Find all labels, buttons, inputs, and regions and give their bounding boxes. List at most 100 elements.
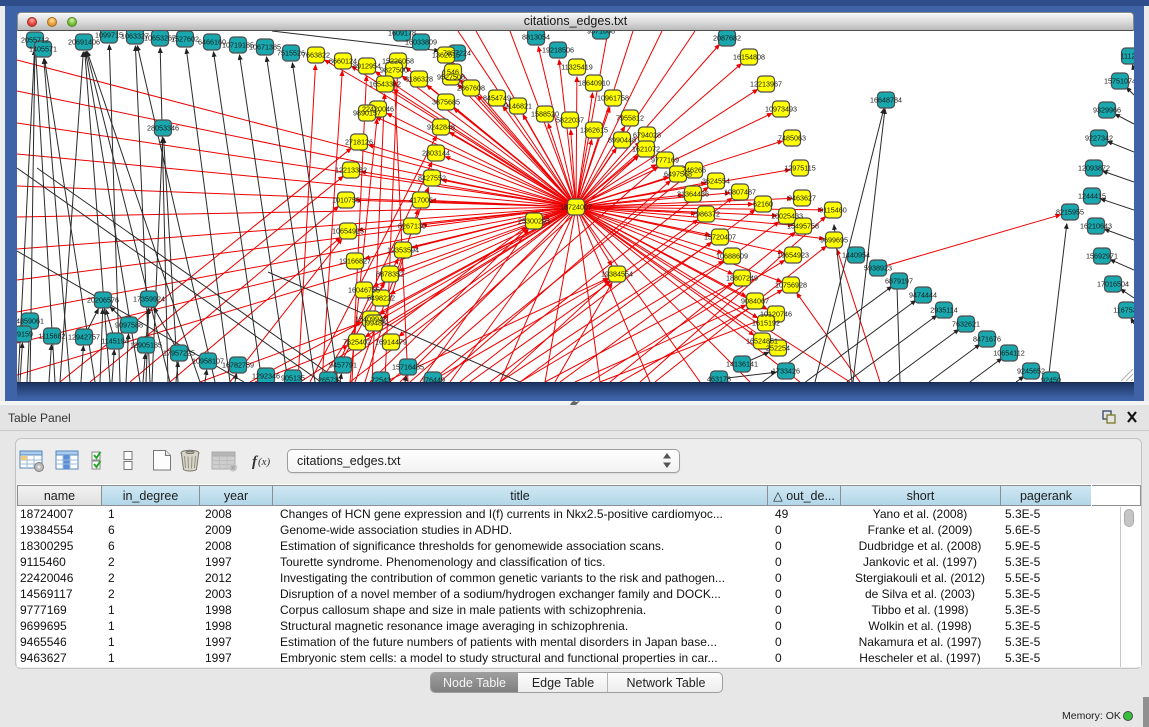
svg-text:252254: 252254 bbox=[766, 344, 790, 353]
svg-text:12975115: 12975115 bbox=[784, 164, 815, 173]
svg-text:1362615: 1362615 bbox=[580, 126, 608, 135]
svg-text:15226058: 15226058 bbox=[382, 57, 414, 66]
svg-text:8186328: 8186328 bbox=[405, 75, 433, 84]
svg-text:176449: 176449 bbox=[421, 376, 445, 383]
svg-text:16648784: 16648784 bbox=[870, 96, 902, 105]
svg-text:9948: 9948 bbox=[366, 319, 382, 328]
svg-text:12213382: 12213382 bbox=[335, 166, 367, 175]
svg-text:10973493: 10973493 bbox=[765, 105, 797, 114]
svg-text:2867608: 2867608 bbox=[457, 84, 485, 93]
svg-text:8215955: 8215955 bbox=[1056, 208, 1084, 217]
svg-text:9699695: 9699695 bbox=[820, 236, 848, 245]
svg-text:21364436: 21364436 bbox=[677, 190, 709, 199]
svg-text:8912954: 8912954 bbox=[353, 62, 381, 71]
svg-text:1167533: 1167533 bbox=[1113, 306, 1134, 315]
svg-text:16033809: 16033809 bbox=[405, 38, 437, 47]
svg-text:2055712: 2055712 bbox=[21, 36, 49, 45]
svg-text:14136141: 14136141 bbox=[726, 360, 758, 369]
svg-text:1115682: 1115682 bbox=[39, 332, 66, 341]
svg-text:12213967: 12213967 bbox=[750, 80, 782, 89]
svg-text:1292346: 1292346 bbox=[252, 372, 280, 381]
svg-text:15716485: 15716485 bbox=[392, 363, 424, 372]
svg-text:9777169: 9777169 bbox=[651, 156, 679, 165]
svg-text:1527602: 1527602 bbox=[171, 35, 199, 44]
svg-text:9245652: 9245652 bbox=[1017, 367, 1045, 376]
svg-text:6794028: 6794028 bbox=[633, 131, 661, 140]
svg-text:12905185: 12905185 bbox=[130, 341, 162, 350]
svg-text:28053346: 28053346 bbox=[147, 124, 179, 133]
svg-text:8878352: 8878352 bbox=[376, 270, 404, 279]
svg-text:8427552: 8427552 bbox=[418, 174, 446, 183]
svg-text:10958107: 10958107 bbox=[192, 357, 224, 366]
svg-text:1362615: 1362615 bbox=[432, 51, 460, 60]
svg-text:10120746: 10120746 bbox=[760, 310, 792, 319]
svg-text:9115460: 9115460 bbox=[819, 206, 846, 215]
svg-text:12942757: 12942757 bbox=[68, 333, 100, 342]
svg-text:9827500: 9827500 bbox=[380, 66, 408, 75]
svg-text:8471676: 8471676 bbox=[973, 335, 1001, 344]
svg-text:9084067: 9084067 bbox=[741, 297, 769, 306]
svg-text:15495758: 15495758 bbox=[787, 222, 819, 231]
svg-text:9242848: 9242848 bbox=[427, 123, 455, 132]
svg-text:7986372: 7986372 bbox=[692, 210, 720, 219]
svg-text:1244415: 1244415 bbox=[1078, 192, 1106, 201]
svg-text:1405571: 1405571 bbox=[29, 45, 57, 54]
svg-text:19654923: 19654923 bbox=[777, 251, 809, 260]
svg-text:1621072: 1621072 bbox=[632, 145, 660, 154]
svg-text:7663822: 7663822 bbox=[302, 51, 330, 60]
svg-text:62160: 62160 bbox=[753, 200, 773, 209]
svg-text:3624554: 3624554 bbox=[702, 177, 730, 186]
svg-text:18724007: 18724007 bbox=[560, 203, 592, 212]
svg-text:10756928: 10756928 bbox=[775, 281, 807, 290]
svg-text:7632621: 7632621 bbox=[952, 320, 980, 329]
svg-text:26573: 26573 bbox=[318, 376, 338, 383]
svg-text:16210643: 16210643 bbox=[1080, 222, 1112, 231]
svg-text:17016504: 17016504 bbox=[1097, 280, 1129, 289]
svg-text:11123: 11123 bbox=[1121, 52, 1134, 61]
svg-text:92450: 92450 bbox=[1041, 376, 1061, 383]
svg-text:9146821: 9146821 bbox=[504, 102, 532, 111]
svg-text:7515526: 7515526 bbox=[277, 49, 305, 58]
svg-text:7955812: 7955812 bbox=[616, 114, 644, 123]
svg-text:9329966: 9329966 bbox=[1093, 106, 1121, 115]
svg-text:1010755: 1010755 bbox=[332, 196, 360, 205]
svg-text:19166827: 19166827 bbox=[339, 257, 371, 266]
svg-text:17359924: 17359924 bbox=[133, 295, 165, 304]
svg-text:9097588: 9097588 bbox=[115, 321, 143, 330]
svg-text:11325419: 11325419 bbox=[561, 63, 592, 72]
svg-text:17957225: 17957225 bbox=[163, 349, 195, 358]
svg-text:19218506: 19218506 bbox=[542, 46, 574, 55]
svg-text:9227342: 9227342 bbox=[1085, 134, 1113, 143]
svg-text:12353594: 12353594 bbox=[387, 246, 419, 255]
svg-text:9457791: 9457791 bbox=[329, 361, 357, 370]
svg-text:10654112: 10654112 bbox=[993, 349, 1024, 358]
svg-text:(x): (x) bbox=[258, 456, 271, 468]
svg-text:1733426: 1733426 bbox=[772, 367, 800, 376]
svg-text:7485063: 7485063 bbox=[778, 134, 806, 143]
svg-text:2935114: 2935114 bbox=[930, 306, 957, 315]
svg-text:463178: 463178 bbox=[707, 375, 731, 383]
svg-text:9463627: 9463627 bbox=[788, 194, 816, 203]
svg-text:9571668: 9571668 bbox=[587, 31, 615, 36]
svg-text:3875685: 3875685 bbox=[432, 98, 460, 107]
svg-text:16914479: 16914479 bbox=[375, 338, 407, 347]
svg-text:1615192: 1615192 bbox=[752, 319, 780, 328]
svg-text:10025433: 10025433 bbox=[771, 212, 803, 221]
svg-text:20206576: 20206576 bbox=[87, 296, 119, 305]
svg-text:4859061: 4859061 bbox=[17, 317, 44, 326]
svg-text:2803144: 2803144 bbox=[422, 149, 450, 158]
svg-text:6879197: 6879197 bbox=[885, 277, 913, 286]
svg-text:72543: 72543 bbox=[371, 376, 391, 383]
svg-text:1099715: 1099715 bbox=[95, 31, 123, 40]
svg-text:5498222: 5498222 bbox=[367, 294, 395, 303]
svg-text:18640910: 18640910 bbox=[578, 79, 610, 88]
svg-text:18807249: 18807249 bbox=[726, 274, 758, 283]
svg-text:10807487: 10807487 bbox=[724, 188, 756, 197]
svg-text:1588520: 1588520 bbox=[531, 110, 559, 119]
svg-text:16782759: 16782759 bbox=[222, 361, 254, 370]
svg-text:1145194: 1145194 bbox=[101, 337, 128, 346]
svg-text:16154808: 16154808 bbox=[733, 53, 765, 62]
svg-text:15692971: 15692971 bbox=[1086, 252, 1118, 261]
svg-text:39159: 39159 bbox=[17, 330, 33, 339]
svg-text:5938923: 5938923 bbox=[864, 264, 892, 273]
